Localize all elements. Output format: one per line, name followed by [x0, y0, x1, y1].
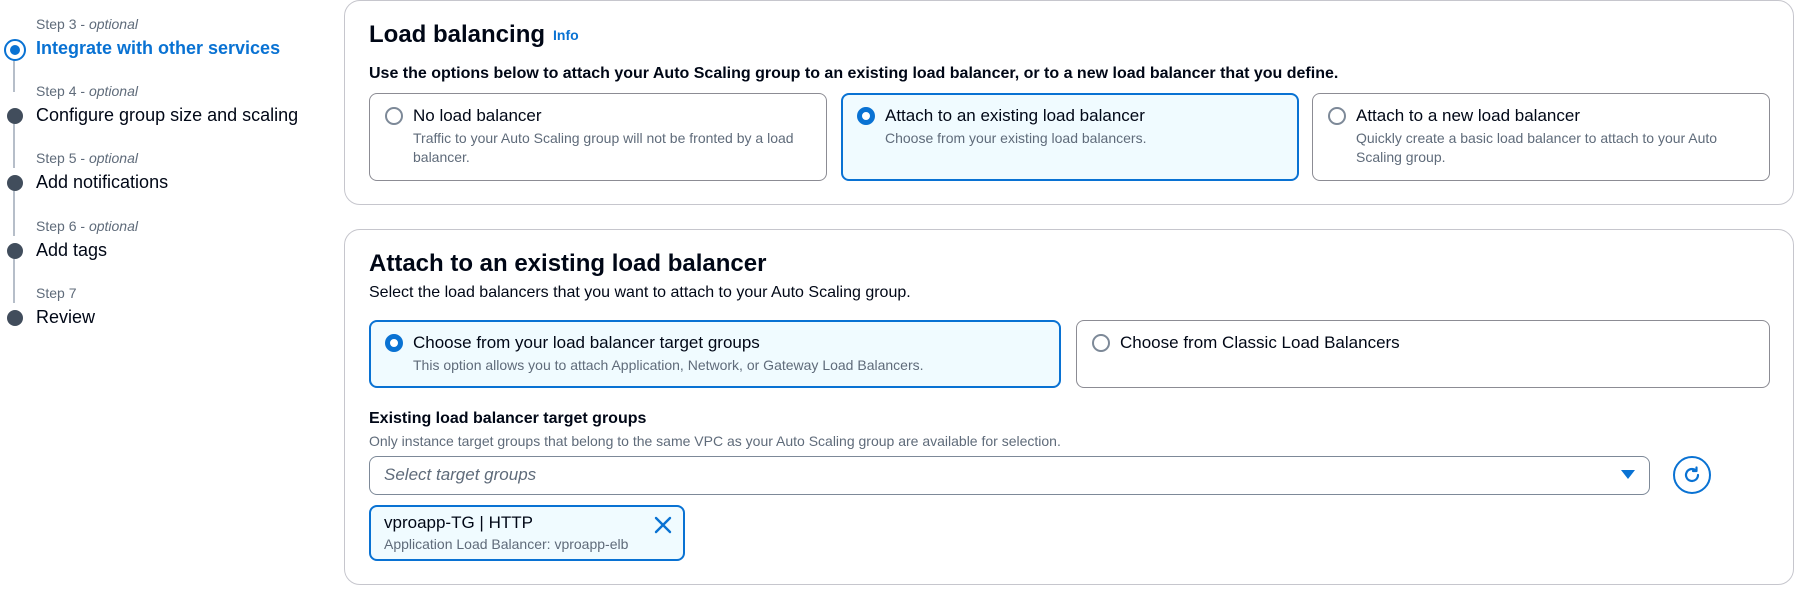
option-label: No load balancer	[413, 106, 542, 125]
option-description: This option allows you to attach Applica…	[413, 357, 924, 373]
step-connector	[13, 259, 15, 303]
step-connector	[13, 124, 15, 168]
info-link[interactable]: Info	[553, 27, 579, 43]
step-indicator	[7, 175, 23, 191]
radio-button[interactable]	[1092, 334, 1110, 352]
selected-target-group-token: vproapp-TG | HTTP Application Load Balan…	[369, 505, 685, 561]
attach-existing-panel: Attach to an existing load balancer Sele…	[344, 229, 1794, 585]
load-balancing-panel: Load balancing Info Use the options below…	[344, 0, 1794, 205]
panel-description: Select the load balancers that you want …	[369, 284, 911, 301]
radio-button[interactable]	[385, 107, 403, 125]
option-label: Attach to an existing load balancer	[885, 106, 1145, 125]
step-connector	[13, 191, 15, 236]
close-icon[interactable]	[653, 515, 673, 535]
step-active-indicator	[4, 39, 26, 61]
step-number: Step 4 - optional	[36, 83, 138, 99]
step-indicator	[7, 243, 23, 259]
token-label: vproapp-TG | HTTP	[384, 513, 533, 532]
panel-title: Load balancing Info	[369, 21, 579, 48]
refresh-icon	[1684, 466, 1700, 483]
step-indicator	[7, 108, 23, 124]
step-number: Step 6 - optional	[36, 218, 138, 234]
step-indicator	[7, 310, 23, 326]
step-title[interactable]: Add tags	[36, 240, 107, 261]
option-label: Choose from your load balancer target gr…	[413, 333, 760, 352]
step-title[interactable]: Integrate with other services	[36, 38, 280, 59]
step-title[interactable]: Configure group size and scaling	[36, 105, 298, 126]
caret-down-icon[interactable]	[1621, 470, 1635, 479]
token-description: Application Load Balancer: vproapp-elb	[384, 536, 629, 552]
step-title[interactable]: Add notifications	[36, 172, 168, 193]
no-load-balancer-option[interactable]: No load balancer Traffic to your Auto Sc…	[369, 93, 827, 181]
radio-button-checked[interactable]	[385, 334, 403, 352]
radio-button[interactable]	[1328, 107, 1346, 125]
option-description: Choose from your existing load balancers…	[885, 130, 1147, 146]
existing-load-balancer-option[interactable]: Attach to an existing load balancer Choo…	[841, 93, 1299, 181]
panel-description: Use the options below to attach your Aut…	[369, 65, 1339, 82]
option-description: Traffic to your Auto Scaling group will …	[413, 130, 794, 165]
classic-load-balancers-option[interactable]: Choose from Classic Load Balancers	[1076, 320, 1770, 388]
radio-button-checked[interactable]	[857, 107, 875, 125]
target-groups-description: Only instance target groups that belong …	[369, 433, 1061, 449]
target-groups-option[interactable]: Choose from your load balancer target gr…	[369, 320, 1061, 388]
new-load-balancer-option[interactable]: Attach to a new load balancer Quickly cr…	[1312, 93, 1770, 181]
target-groups-select[interactable]: Select target groups	[369, 456, 1650, 495]
step-title[interactable]: Review	[36, 307, 95, 328]
step-number: Step 5 - optional	[36, 150, 138, 166]
target-groups-label: Existing load balancer target groups	[369, 410, 647, 427]
option-label: Attach to a new load balancer	[1356, 106, 1580, 125]
option-label: Choose from Classic Load Balancers	[1120, 333, 1400, 352]
select-placeholder: Select target groups	[384, 465, 537, 484]
panel-title: Attach to an existing load balancer	[369, 250, 767, 277]
refresh-button[interactable]	[1673, 456, 1711, 494]
option-description: Quickly create a basic load balancer to …	[1356, 130, 1718, 165]
step-number: Step 7	[36, 285, 77, 301]
wizard-steps-nav: Step 3 - optional Integrate with other s…	[0, 0, 330, 597]
step-number: Step 3 - optional	[36, 16, 138, 32]
